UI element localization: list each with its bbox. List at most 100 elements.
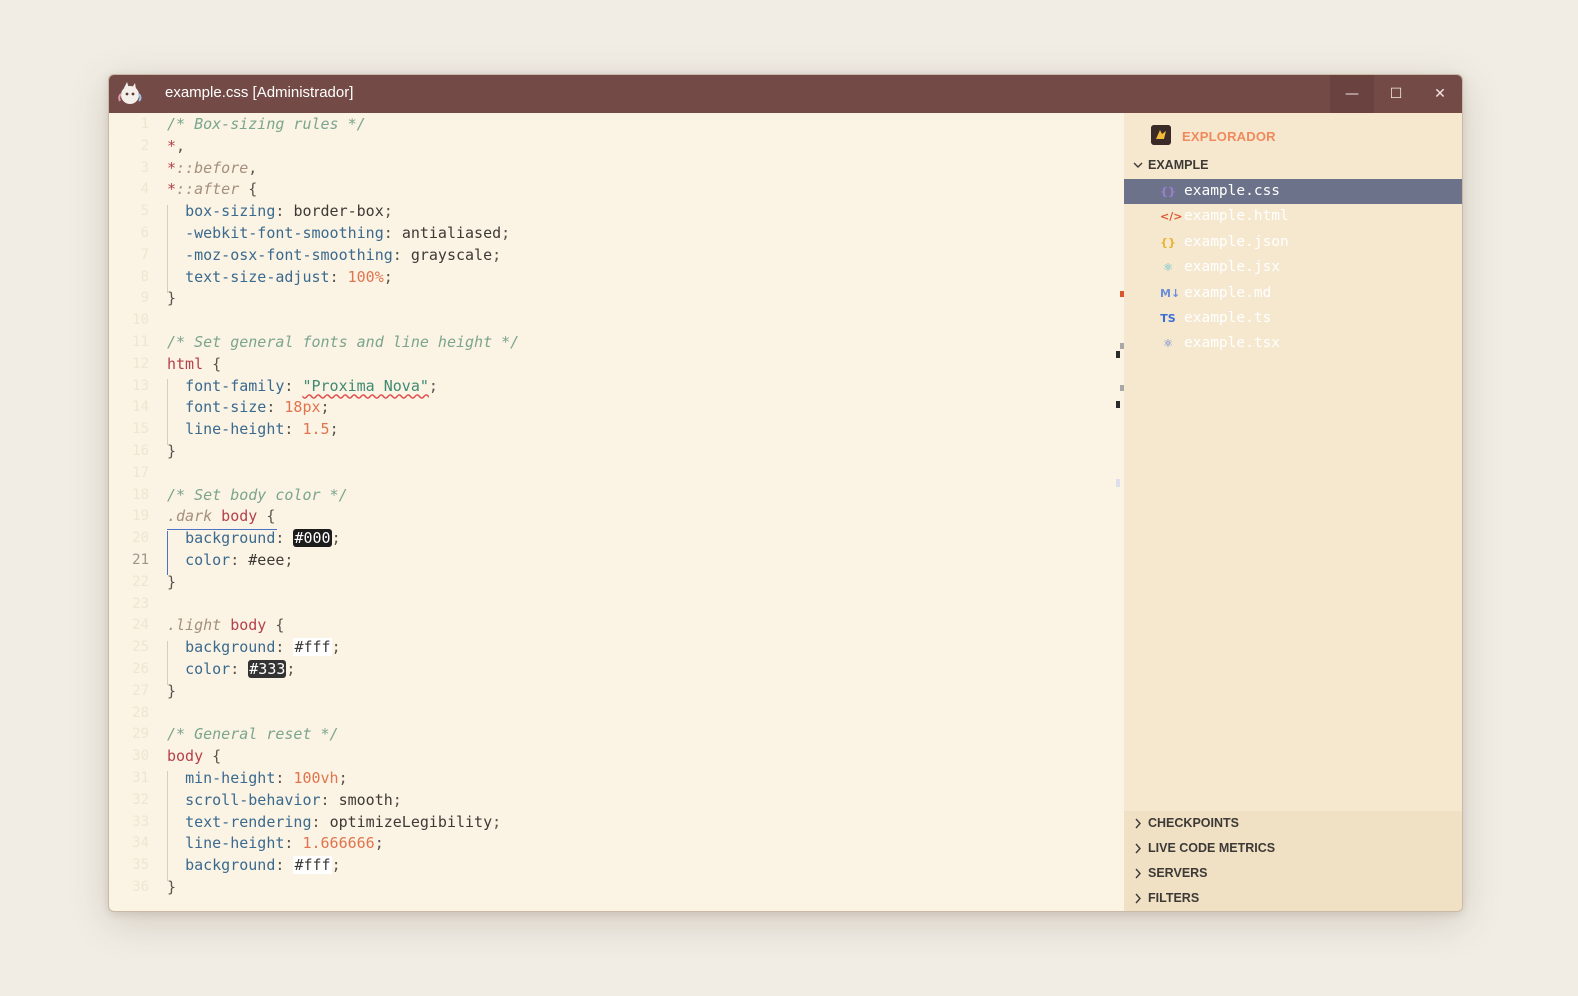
code-line[interactable]: 15 line-height: 1.5; [109, 418, 1109, 440]
code-token: #333 [248, 660, 287, 678]
code-line[interactable]: 17 [109, 462, 1109, 484]
react-icon: ⚛ [1163, 261, 1173, 275]
file-item[interactable]: {} example.json [1124, 230, 1462, 255]
file-name: example.tsx [1184, 335, 1281, 352]
code-line[interactable]: 25 background: #fff; [109, 636, 1109, 658]
code-token: background [185, 529, 276, 548]
folder-header-example[interactable]: EXAMPLE [1124, 153, 1462, 178]
code-text: } [167, 876, 176, 898]
react-icon: ⚛ [1163, 337, 1173, 351]
file-item[interactable]: </> example.html [1124, 204, 1462, 229]
code-token: { [203, 354, 222, 373]
minimize-button[interactable]: — [1330, 75, 1374, 113]
code-line[interactable]: 18 /* Set body color */ [109, 484, 1109, 506]
code-token: 1.666666 [302, 834, 375, 853]
code-line[interactable]: 23 [109, 593, 1109, 615]
code-line[interactable]: 32 scroll-behavior: smooth; [109, 789, 1109, 811]
code-line[interactable]: 34 line-height: 1.666666; [109, 832, 1109, 854]
title-bar[interactable]: example.css [Administrador] — ☐ ✕ [109, 75, 1462, 113]
code-token: "Proxima Nova" [302, 376, 429, 395]
code-token: 1.5 [302, 420, 330, 439]
line-number: 30 [132, 748, 149, 765]
code-line[interactable]: 14 font-size: 18px; [109, 396, 1109, 418]
code-line[interactable]: 1 /* Box-sizing rules */ [109, 113, 1109, 135]
line-number: 17 [132, 464, 149, 481]
code-text: .dark body { [167, 505, 275, 527]
file-item[interactable]: ⚛ example.jsx [1124, 255, 1462, 280]
panel-header[interactable]: LIVE CODE METRICS [1124, 836, 1462, 861]
code-line[interactable]: 27} [109, 680, 1109, 702]
code-line[interactable]: 16} [109, 440, 1109, 462]
code-line[interactable]: 22} [109, 571, 1109, 593]
line-number: 7 [140, 246, 149, 263]
code-line[interactable]: 28 [109, 702, 1109, 724]
code-line[interactable]: 26 color: #333; [109, 658, 1109, 680]
panel-header[interactable]: FILTERS [1124, 886, 1462, 911]
code-token: : [383, 224, 402, 242]
css-icon: {} [1160, 185, 1176, 198]
code-line[interactable]: 6 -webkit-font-smoothing: antialiased; [109, 222, 1109, 244]
code-line[interactable]: 2 *, [109, 135, 1109, 157]
code-token: } [167, 878, 177, 896]
code-line[interactable]: 19 .dark body { [109, 505, 1109, 527]
code-editor[interactable]: 1/* Box-sizing rules */2 *, 3 *::before, 4 *:… [109, 113, 1124, 911]
app-logo-icon[interactable] [115, 79, 145, 109]
code-token: min-height [185, 769, 276, 787]
code-line[interactable]: 24 .light body { [109, 614, 1109, 636]
code-token: * [167, 180, 177, 199]
line-number: 12 [132, 355, 149, 372]
code-text: text-size-adjust: 100%; [167, 266, 393, 288]
chevron-right-icon [1135, 868, 1141, 879]
file-item[interactable]: {} example.css [1124, 179, 1462, 204]
code-line[interactable]: 30 body { [109, 745, 1109, 767]
code-token: : [275, 638, 294, 657]
code-line[interactable]: 11 /* Set general fonts and line height *… [109, 331, 1109, 353]
close-button[interactable]: ✕ [1418, 75, 1462, 113]
code-line[interactable]: 21 color: #eee; [109, 549, 1109, 571]
explorer-icon [1151, 125, 1171, 145]
code-line[interactable]: 36} [109, 876, 1109, 898]
line-number: 5 [140, 203, 149, 220]
code-text: background: #000; [167, 527, 341, 549]
code-token: ; [492, 812, 502, 831]
code-line[interactable]: 4 *::after { [109, 178, 1109, 200]
maximize-button[interactable]: ☐ [1374, 75, 1418, 113]
code-line[interactable]: 29 /* General reset */ [109, 723, 1109, 745]
panel-header[interactable]: SERVERS [1124, 861, 1462, 886]
code-token: font-family [185, 376, 285, 395]
file-name: example.jsx [1184, 259, 1281, 276]
chevron-down-icon [1133, 162, 1143, 168]
line-number: 26 [132, 661, 149, 677]
code-token: optimizeLegibility [329, 812, 493, 831]
explorer-title: EXPLORADOR [1182, 129, 1276, 144]
code-token: : [275, 202, 294, 221]
code-line[interactable]: 12 html { [109, 353, 1109, 375]
markdown-icon: M↓ [1160, 286, 1181, 300]
code-line[interactable]: 10 [109, 309, 1109, 331]
code-token: ; [286, 660, 296, 678]
code-line[interactable]: 8 text-size-adjust: 100%; [109, 266, 1109, 288]
code-token: : [284, 834, 303, 853]
panel-header[interactable]: CHECKPOINTS [1124, 811, 1462, 836]
code-token: -webkit-font-smoothing [185, 224, 384, 242]
code-line[interactable]: 3 *::before, [109, 157, 1109, 179]
file-item[interactable]: M↓ example.md [1124, 281, 1462, 306]
code-line[interactable]: 13 font-family: "Proxima Nova"; [109, 375, 1109, 397]
file-item[interactable]: ⚛ example.tsx [1124, 331, 1462, 356]
file-item[interactable]: TS example.ts [1124, 306, 1462, 331]
code-line[interactable]: 7 -moz-osx-font-smoothing: grayscale; [109, 244, 1109, 266]
code-line[interactable]: 5 box-sizing: border-box; [109, 200, 1109, 222]
code-line[interactable]: 35 background: #fff; [109, 854, 1109, 876]
code-line[interactable]: 9} [109, 287, 1109, 309]
code-token: ; [320, 398, 330, 417]
code-line[interactable]: 33 text-rendering: optimizeLegibility; [109, 811, 1109, 833]
code-line[interactable]: 31 min-height: 100vh; [109, 767, 1109, 789]
code-token: { [239, 180, 258, 199]
code-token: background [185, 638, 276, 657]
code-line[interactable]: 20 background: #000; [109, 527, 1109, 549]
line-number: 3 [140, 159, 149, 176]
